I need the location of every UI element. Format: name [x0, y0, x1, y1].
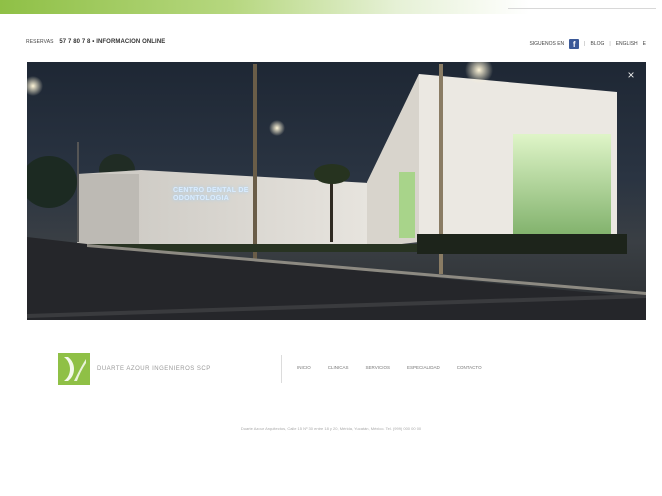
nav-item-especialidad[interactable]: ESPECIALIDAD	[407, 365, 440, 370]
logo-mark-icon	[58, 353, 90, 385]
nav-item-servicios[interactable]: SERVICIOS	[366, 365, 390, 370]
nav-item-inicio[interactable]: INICIO	[297, 365, 311, 370]
top-divider	[508, 8, 656, 9]
phone-prefix: RESERVAS	[26, 39, 54, 45]
separator: |	[609, 41, 611, 47]
top-links: SIGUENOS EN f | BLOG | ENGLISH E	[529, 38, 646, 50]
nav-item-contacto[interactable]: CONTACTO	[457, 365, 482, 370]
follow-label: SIGUENOS EN	[529, 41, 565, 47]
top-accent-band	[0, 0, 662, 14]
building-sign: CENTRO DENTAL DE ODONTOLOGIA	[173, 187, 249, 202]
hero-photo: CENTRO DENTAL DE ODONTOLOGIA ×	[27, 62, 646, 320]
logo[interactable]	[58, 353, 90, 385]
main-nav: INICIO CLINICAS SERVICIOS ESPECIALIDAD C…	[297, 365, 482, 370]
nav-divider	[281, 355, 282, 383]
separator: |	[584, 41, 586, 47]
blog-link[interactable]: BLOG	[590, 41, 604, 47]
footer-address: Duarte Azour Arquitectos, Calle 15 Nº 30…	[240, 426, 422, 431]
lang-icon[interactable]: E	[643, 41, 646, 47]
close-icon[interactable]: ×	[624, 68, 638, 82]
phone-number: 57 7 80 7 8 • INFORMACION ONLINE	[59, 39, 166, 45]
brand-name: DUARTE AZOUR INGENIEROS SCP	[97, 366, 211, 372]
phone-info: RESERVAS 57 7 80 7 8 • INFORMACION ONLIN…	[26, 39, 165, 49]
building-night-illustration	[27, 62, 646, 320]
language-link[interactable]: ENGLISH	[616, 41, 638, 47]
facebook-icon[interactable]: f	[569, 39, 580, 49]
nav-item-clinicas[interactable]: CLINICAS	[328, 365, 349, 370]
